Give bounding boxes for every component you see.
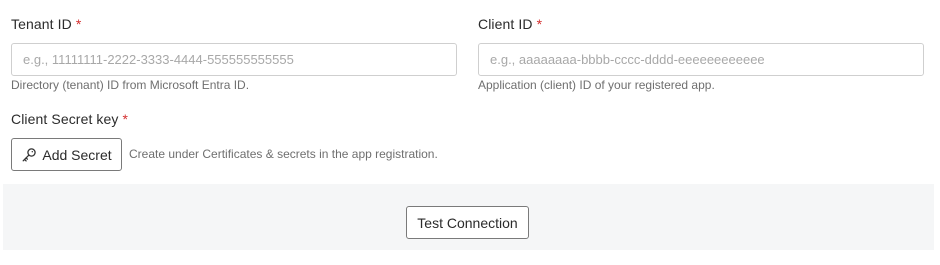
client-secret-label-text: Client Secret key xyxy=(11,111,119,127)
tenant-id-help-text: Directory (tenant) ID from Microsoft Ent… xyxy=(11,78,250,92)
tenant-id-input[interactable] xyxy=(11,43,457,76)
test-connection-button[interactable]: Test Connection xyxy=(406,206,529,239)
key-icon xyxy=(21,147,37,163)
add-secret-button-label: Add Secret xyxy=(42,146,112,163)
client-secret-required-mark: * xyxy=(122,111,129,127)
client-secret-help-text: Create under Certificates & secrets in t… xyxy=(129,147,438,161)
footer-bar: Test Connection xyxy=(3,184,934,250)
client-id-label-text: Client ID xyxy=(478,16,533,32)
tenant-id-label-text: Tenant ID xyxy=(11,16,72,32)
add-secret-button[interactable]: Add Secret xyxy=(11,138,122,171)
client-id-required-mark: * xyxy=(536,16,543,32)
client-id-label: Client ID * xyxy=(478,16,542,32)
tenant-id-label: Tenant ID * xyxy=(11,16,81,32)
client-id-help-text: Application (client) ID of your register… xyxy=(478,78,715,92)
client-secret-label: Client Secret key * xyxy=(11,111,128,127)
tenant-id-required-mark: * xyxy=(75,16,82,32)
client-id-input[interactable] xyxy=(478,43,924,76)
